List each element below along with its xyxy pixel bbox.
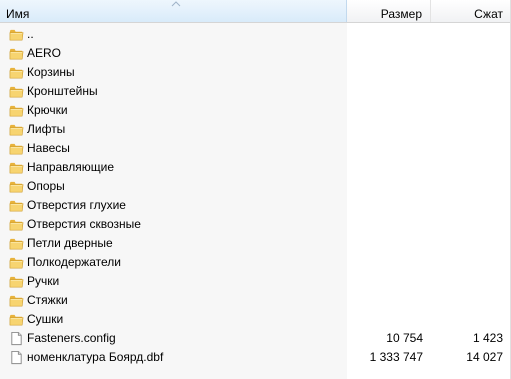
folder-icon: [9, 46, 24, 61]
folder-icon: [9, 198, 24, 213]
item-name: Навесы: [27, 141, 70, 155]
item-name: Опоры: [27, 179, 65, 193]
folder-icon: [9, 179, 24, 194]
item-packed-size: [431, 291, 503, 310]
item-name: Стяжки: [27, 293, 68, 307]
folder-icon: [9, 103, 24, 118]
item-packed-size: [431, 215, 503, 234]
item-size: [347, 310, 423, 329]
item-size: [347, 215, 423, 234]
item-name: AERO: [27, 46, 62, 60]
folder-row[interactable]: ..: [0, 25, 511, 44]
folder-row[interactable]: Лифты: [0, 120, 511, 139]
folder-row[interactable]: Корзины: [0, 63, 511, 82]
item-name: Сушки: [27, 312, 64, 326]
column-header-size-label: Размер: [380, 7, 422, 21]
item-packed-size: [431, 120, 503, 139]
item-size: [347, 44, 423, 63]
item-name: ..: [27, 27, 34, 41]
item-packed-size: [431, 63, 503, 82]
item-packed-size: [431, 82, 503, 101]
item-packed-size: [431, 196, 503, 215]
column-header-size[interactable]: Размер: [347, 0, 431, 22]
item-name: Крючки: [27, 103, 68, 117]
item-packed-size: [431, 139, 503, 158]
item-name: номенклатура Боярд.dbf: [27, 350, 164, 364]
folder-icon: [9, 274, 24, 289]
folder-icon: [9, 236, 24, 251]
folder-icon: [9, 122, 24, 137]
item-size: [347, 25, 423, 44]
file-row[interactable]: Fasteners.config 10 754 1 423: [0, 329, 511, 348]
folder-row[interactable]: Направляющие: [0, 158, 511, 177]
folder-row[interactable]: Сушки: [0, 310, 511, 329]
file-icon: [9, 350, 24, 365]
item-name: Отверстия глухие: [27, 198, 126, 212]
column-header-name-label: Имя: [6, 7, 30, 21]
folder-row[interactable]: Полкодержатели: [0, 253, 511, 272]
item-size: [347, 177, 423, 196]
item-packed-size: [431, 310, 503, 329]
item-size: [347, 82, 423, 101]
item-packed-size: [431, 272, 503, 291]
folder-row[interactable]: Отверстия сквозные: [0, 215, 511, 234]
item-packed-size: [431, 158, 503, 177]
item-packed-size: [431, 234, 503, 253]
item-size: [347, 272, 423, 291]
item-packed-size: [431, 253, 503, 272]
item-size: [347, 196, 423, 215]
column-header-bar: Имя Размер Сжат: [0, 0, 511, 23]
column-header-packed-label: Сжат: [474, 7, 503, 21]
folder-icon: [9, 141, 24, 156]
item-size: [347, 63, 423, 82]
folder-row[interactable]: Отверстия глухие: [0, 196, 511, 215]
file-list: .. AERO Корзины Кронштейны Крючки Лифты Навесы…: [0, 25, 511, 367]
item-size: [347, 291, 423, 310]
item-name: Fasteners.config: [27, 331, 116, 345]
item-size: [347, 101, 423, 120]
folder-row[interactable]: Стяжки: [0, 291, 511, 310]
file-row[interactable]: номенклатура Боярд.dbf 1 333 747 14 027: [0, 348, 511, 367]
folder-row[interactable]: Кронштейны: [0, 82, 511, 101]
item-name: Направляющие: [27, 160, 115, 174]
item-name: Ручки: [27, 274, 60, 288]
item-packed-size: 1 423: [472, 331, 503, 345]
item-size: [347, 234, 423, 253]
file-icon: [9, 331, 24, 346]
item-size: [347, 158, 423, 177]
item-name: Отверстия сквозные: [27, 217, 141, 231]
folder-icon: [9, 160, 24, 175]
folder-row[interactable]: Навесы: [0, 139, 511, 158]
folder-icon: [9, 84, 24, 99]
item-name: Петли дверные: [27, 236, 113, 250]
item-name: Корзины: [27, 65, 75, 79]
column-header-packed[interactable]: Сжат: [431, 0, 511, 22]
folder-icon: [9, 27, 24, 42]
item-size: [347, 253, 423, 272]
item-size: [347, 139, 423, 158]
item-packed-size: [431, 177, 503, 196]
folder-icon: [9, 293, 24, 308]
item-packed-size: [431, 25, 503, 44]
folder-row[interactable]: Крючки: [0, 101, 511, 120]
item-name: Полкодержатели: [27, 255, 121, 269]
folder-icon: [9, 65, 24, 80]
folder-row[interactable]: Опоры: [0, 177, 511, 196]
folder-row[interactable]: Петли дверные: [0, 234, 511, 253]
item-name: Лифты: [27, 122, 66, 136]
item-packed-size: 14 027: [466, 350, 503, 364]
folder-icon: [9, 255, 24, 270]
item-size: 1 333 747: [369, 350, 423, 364]
folder-row[interactable]: Ручки: [0, 272, 511, 291]
item-packed-size: [431, 101, 503, 120]
folder-icon: [9, 312, 24, 327]
item-size: 10 754: [386, 331, 423, 345]
folder-row[interactable]: AERO: [0, 44, 511, 63]
item-packed-size: [431, 44, 503, 63]
folder-icon: [9, 217, 24, 232]
column-header-name[interactable]: Имя: [0, 0, 347, 22]
item-name: Кронштейны: [27, 84, 98, 98]
item-size: [347, 120, 423, 139]
sort-ascending-icon: [171, 1, 181, 7]
